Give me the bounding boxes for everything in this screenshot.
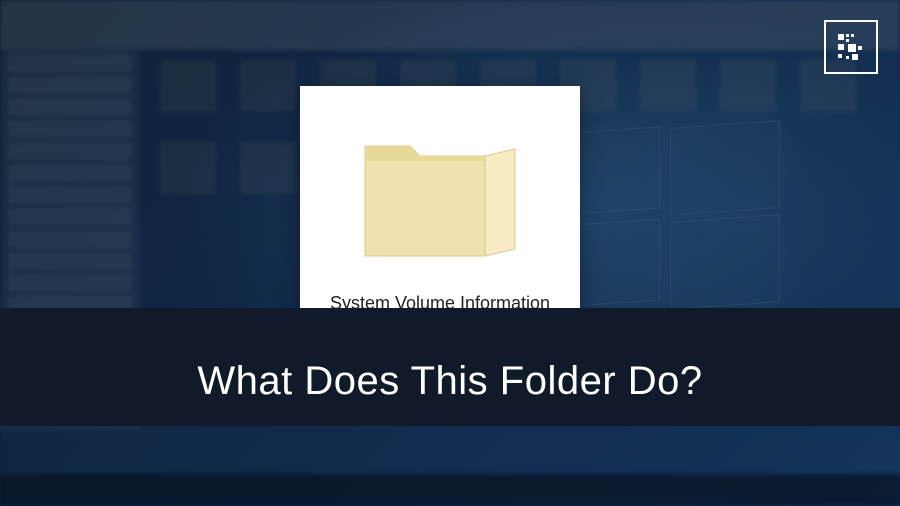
folder-icon-wrap bbox=[355, 102, 525, 289]
headline-text: What Does This Folder Do? bbox=[197, 359, 702, 404]
folder-open-icon bbox=[355, 121, 525, 271]
headline-band: What Does This Folder Do? bbox=[0, 308, 900, 426]
brand-badge bbox=[824, 20, 878, 74]
folder-card: System Volume Information bbox=[300, 86, 580, 326]
fossbytes-logo-icon bbox=[836, 32, 866, 62]
